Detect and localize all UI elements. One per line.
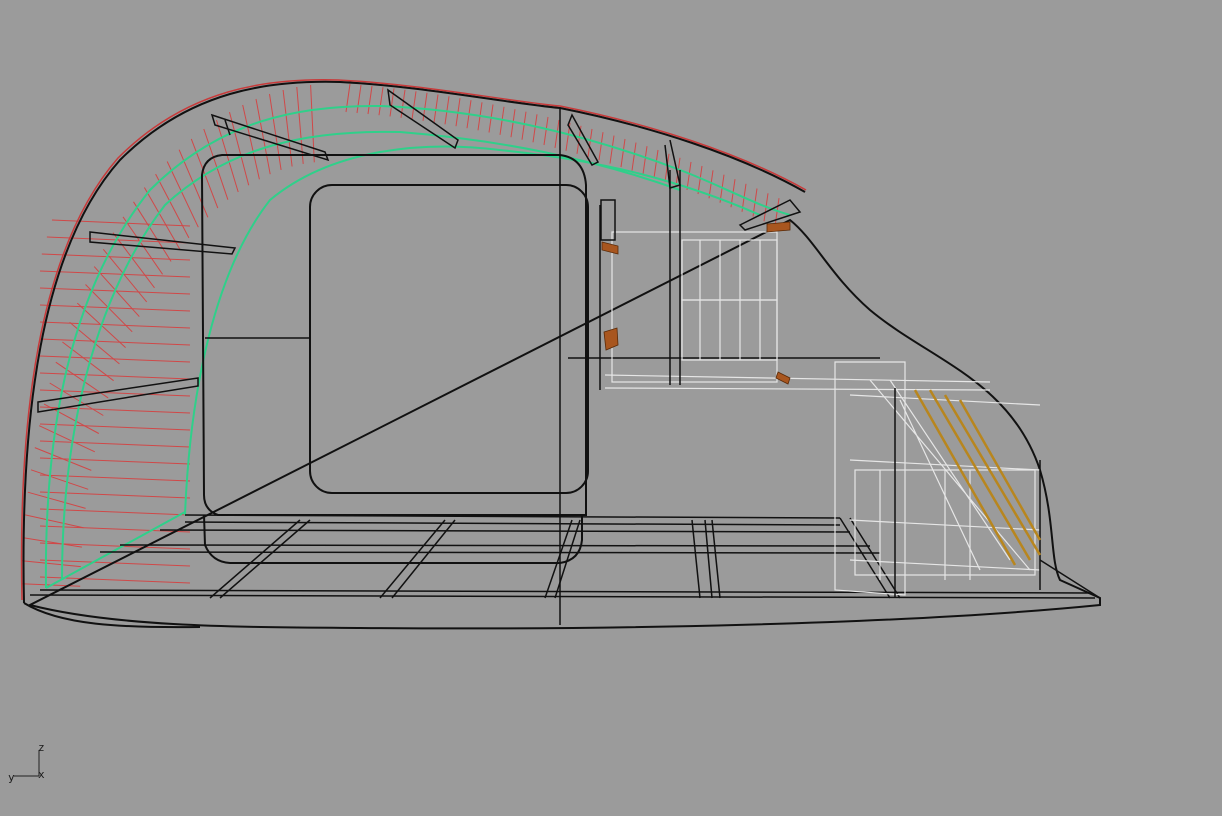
rib-line xyxy=(40,441,190,447)
rib-line xyxy=(311,85,315,162)
rib-line xyxy=(243,105,260,179)
rib-line xyxy=(346,84,350,112)
rib-line xyxy=(610,136,614,164)
rib-line xyxy=(156,174,189,238)
rib-line xyxy=(698,166,702,194)
rib-line xyxy=(621,139,625,167)
rib-line xyxy=(368,86,372,114)
rib-line xyxy=(179,150,208,218)
cabinet-posts xyxy=(600,170,1040,598)
rib-line xyxy=(39,426,95,452)
door-frame xyxy=(202,155,588,563)
axis-z-label: z xyxy=(38,742,45,753)
roof-ribs xyxy=(21,84,779,586)
rib-line xyxy=(40,424,190,430)
rib-line xyxy=(643,146,647,174)
rib-line xyxy=(40,509,190,515)
rib-line xyxy=(357,85,361,113)
rib-line xyxy=(52,220,190,226)
rib-line xyxy=(588,129,592,157)
axis-y-label: y xyxy=(8,772,15,783)
rib-line xyxy=(40,458,190,464)
axis-x-label: x xyxy=(38,769,45,780)
rib-line xyxy=(40,492,190,498)
rib-line xyxy=(654,150,658,178)
rib-line xyxy=(40,356,190,362)
rib-line xyxy=(511,109,515,137)
rib-line xyxy=(40,271,190,277)
rhino-viewport[interactable]: z x y xyxy=(0,0,1222,816)
rib-line xyxy=(40,373,190,379)
rib-line xyxy=(256,99,270,174)
rib-line xyxy=(31,470,88,490)
axis-triad: z x y xyxy=(6,740,56,790)
rib-line xyxy=(522,112,526,140)
rib-line xyxy=(134,202,172,262)
rib-line xyxy=(412,91,416,119)
wireframe-scene[interactable] xyxy=(0,0,1222,816)
hatch-slats xyxy=(915,390,1040,565)
rib-line xyxy=(40,322,190,328)
rib-line xyxy=(379,87,383,115)
rib-line xyxy=(191,139,218,208)
rib-line xyxy=(555,120,559,148)
rib-line xyxy=(40,305,190,311)
roof-edge-curve xyxy=(22,80,806,600)
rib-line xyxy=(270,94,282,170)
rib-line xyxy=(28,492,86,508)
rib-line xyxy=(544,117,548,145)
rib-line xyxy=(632,143,636,171)
rib-line xyxy=(599,132,603,160)
rib-line xyxy=(434,95,438,123)
rib-line xyxy=(23,538,82,547)
rib-line xyxy=(533,114,537,142)
rib-line xyxy=(687,162,691,190)
rib-line xyxy=(25,515,83,528)
